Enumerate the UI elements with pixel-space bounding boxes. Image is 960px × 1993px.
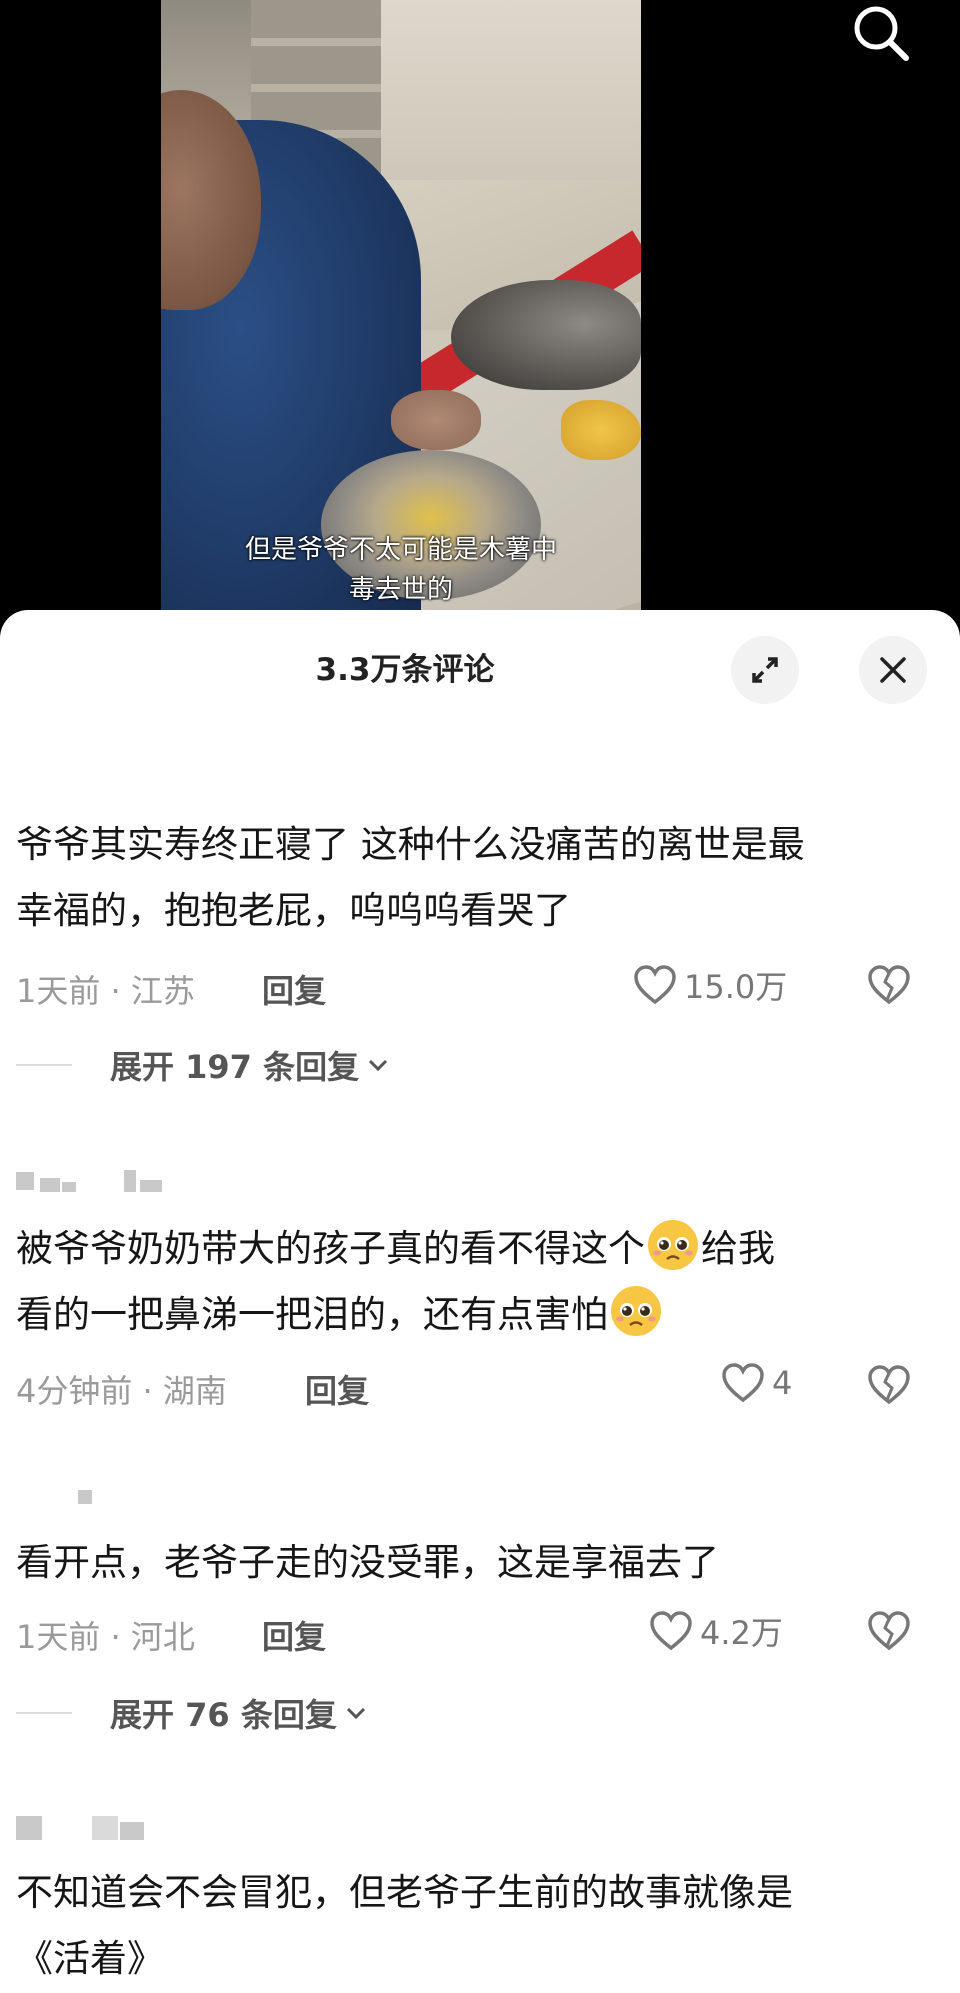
video-subtitle-line2: 毒去世的 [348, 575, 453, 605]
scene-wall [371, 0, 641, 190]
broken-heart-icon [868, 1611, 910, 1651]
video-player[interactable]: 但是爷爷不太可能是木薯中 毒去世的 [0, 0, 960, 640]
comment-time-location: 1天前 · 江苏 [16, 972, 195, 1010]
comment-text-part: 给我 [701, 1227, 775, 1270]
comment-username-blurred [16, 1816, 176, 1842]
expand-icon [752, 657, 778, 683]
like-button[interactable]: 4 [720, 1362, 792, 1404]
chevron-down-icon [346, 1707, 365, 1720]
close-icon [880, 657, 906, 683]
comment-text-line: 看的一把鼻涕一把泪的，还有点害怕 [16, 1280, 916, 1349]
video-frame [161, 0, 641, 620]
reply-button[interactable]: 回复 [262, 1612, 326, 1658]
heart-icon [634, 965, 676, 1005]
dislike-button[interactable] [866, 1610, 912, 1656]
like-count: 4 [772, 1364, 793, 1402]
comment-text-line: 爷爷其实寿终正寝了 这种什么没痛苦的离世是最 [16, 823, 805, 866]
expand-replies-label: 展开 76 条回复 [110, 1696, 337, 1734]
chevron-down-icon [369, 1059, 388, 1072]
comment-time-location: 1天前 · 河北 [16, 1618, 195, 1656]
comment-username-blurred [16, 1488, 116, 1514]
comments-count-title: 3.3万条评论 [315, 652, 495, 688]
reply-button[interactable]: 回复 [262, 966, 326, 1012]
expand-sheet-button[interactable] [731, 636, 799, 704]
scene-hand [391, 390, 481, 450]
comment-text-line: 被爷爷奶奶带大的孩子真的看不得这个 给我 [16, 1214, 916, 1283]
comment-time-location: 4分钟前 · 湖南 [16, 1372, 227, 1410]
close-sheet-button[interactable] [859, 636, 927, 704]
heart-icon [650, 1611, 692, 1651]
comment-text-part: 看的一把鼻涕一把泪的，还有点害怕 [16, 1293, 608, 1336]
dislike-button[interactable] [866, 964, 912, 1010]
comment-text-line: 看开点，老爷子走的没受罪，这是享福去了 [16, 1541, 719, 1584]
divider-line [16, 1712, 72, 1714]
expand-replies-button[interactable]: 展开 76 条回复 [16, 1690, 369, 1736]
comment-text-line: 不知道会不会冒犯，但老爷子生前的故事就像是 [16, 1871, 793, 1914]
comment-username-blurred [16, 1170, 196, 1196]
scene-person-head [161, 90, 261, 310]
video-subtitle-line1: 但是爷爷不太可能是木薯中 [244, 535, 557, 565]
pleading-face-emoji-icon [648, 1220, 698, 1270]
pleading-face-emoji-icon [611, 1286, 661, 1336]
broken-heart-icon [868, 965, 910, 1005]
expand-replies-button[interactable]: 展开 197 条回复 [16, 1042, 391, 1088]
comments-sheet: 3.3万条评论 爷爷其实寿终正寝了 这种什么没痛苦的离世是最 幸福的，抱抱老屁，… [0, 610, 960, 1989]
comment-text-line: 《活着》 [16, 1937, 164, 1980]
like-count: 4.2万 [700, 1614, 783, 1652]
like-button[interactable]: 15.0万 [632, 962, 787, 1008]
divider-line [16, 1064, 72, 1066]
like-button[interactable]: 4.2万 [648, 1608, 783, 1654]
heart-icon [722, 1363, 764, 1403]
expand-replies-label: 展开 197 条回复 [110, 1048, 360, 1086]
search-icon [854, 6, 909, 61]
reply-button[interactable]: 回复 [305, 1366, 369, 1412]
broken-heart-icon [868, 1365, 910, 1405]
search-button[interactable] [846, 0, 916, 64]
like-count: 15.0万 [684, 968, 788, 1006]
comment-text-line: 幸福的，抱抱老屁，呜呜呜看哭了 [16, 889, 571, 932]
dislike-button[interactable] [866, 1364, 912, 1410]
scene-cat [451, 280, 641, 390]
comment-text-part: 被爷爷奶奶带大的孩子真的看不得这个 [16, 1227, 645, 1270]
